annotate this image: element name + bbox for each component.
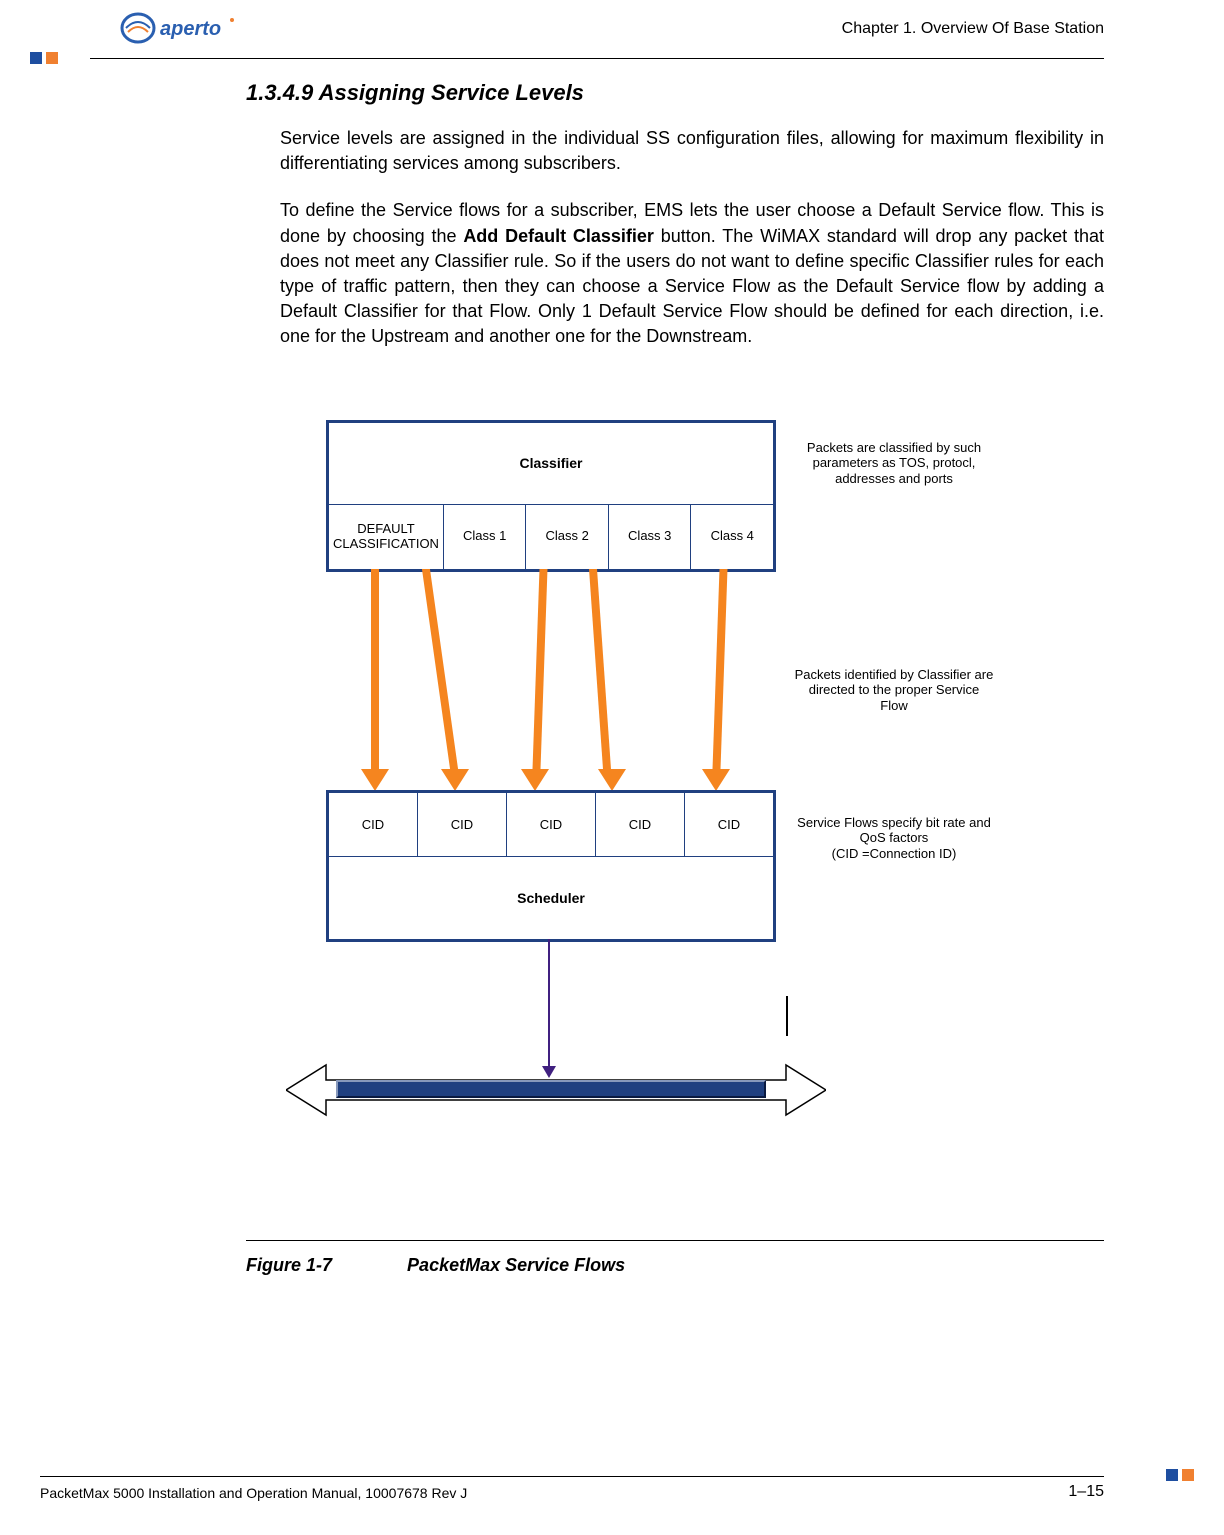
paragraph-1: Service levels are assigned in the indiv…: [280, 126, 1104, 176]
note-cid: Service Flows specify bit rate and QoS f…: [794, 815, 994, 862]
arrow-1-head: [361, 769, 389, 791]
classifier-label: Classifier: [329, 423, 773, 505]
svg-text:aperto: aperto: [160, 18, 221, 40]
content-area: 1.3.4.9 Assigning Service Levels Service…: [246, 80, 1104, 1250]
classifier-cell-3: Class 3: [609, 505, 692, 569]
footer-rule: [40, 1476, 1104, 1477]
decor-squares-right: [1166, 1469, 1194, 1481]
arrow-2-head: [441, 769, 469, 791]
scheduler-label: Scheduler: [329, 857, 773, 939]
marker-line: [786, 996, 788, 1036]
classifier-cell-4: Class 4: [691, 505, 773, 569]
note-flow: Packets identified by Classifier are dir…: [794, 667, 994, 714]
figure-title: PacketMax Service Flows: [407, 1255, 625, 1275]
classifier-box: Classifier DEFAULT CLASSIFICATION Class …: [326, 420, 776, 572]
cid-cell-2: CID: [507, 793, 596, 856]
figure-number: Figure 1-7: [246, 1255, 332, 1275]
down-arrow-line: [548, 939, 550, 1066]
classifier-row: DEFAULT CLASSIFICATION Class 1 Class 2 C…: [329, 505, 773, 569]
arrow-5: [713, 569, 728, 769]
paragraph-2: To define the Service flows for a subscr…: [280, 198, 1104, 349]
arrow-5-head: [702, 769, 730, 791]
figure-divider: [246, 1240, 1104, 1241]
arrow-3: [533, 569, 548, 769]
cid-cell-1: CID: [418, 793, 507, 856]
arrow-4-head: [598, 769, 626, 791]
figure-diagram: Classifier DEFAULT CLASSIFICATION Class …: [246, 420, 1104, 1250]
figure-caption: Figure 1-7 PacketMax Service Flows: [246, 1255, 625, 1276]
decor-squares-left: [30, 52, 58, 64]
section-heading: 1.3.4.9 Assigning Service Levels: [246, 80, 1104, 106]
arrow-2: [422, 569, 458, 769]
bus-bar: [336, 1080, 766, 1098]
arrow-3-head: [521, 769, 549, 791]
footer-page: 1–15: [1068, 1483, 1104, 1501]
page-header: aperto Chapter 1. Overview Of Base Stati…: [0, 0, 1224, 56]
chapter-title: Chapter 1. Overview Of Base Station: [842, 20, 1104, 38]
cid-cell-0: CID: [329, 793, 418, 856]
aperto-logo: aperto: [120, 10, 270, 46]
note-classifier: Packets are classified by such parameter…: [794, 440, 994, 487]
para2-bold: Add Default Classifier: [463, 226, 654, 246]
arrow-4: [589, 569, 611, 769]
cid-row: CID CID CID CID CID: [329, 793, 773, 857]
classifier-cell-2: Class 2: [526, 505, 609, 569]
classifier-cell-default: DEFAULT CLASSIFICATION: [329, 505, 444, 569]
cid-cell-3: CID: [596, 793, 685, 856]
cid-cell-4: CID: [685, 793, 773, 856]
header-rule: [90, 58, 1104, 59]
scheduler-box: CID CID CID CID CID Scheduler: [326, 790, 776, 942]
arrow-1: [371, 569, 379, 769]
classifier-cell-1: Class 1: [444, 505, 527, 569]
footer-left: PacketMax 5000 Installation and Operatio…: [40, 1485, 467, 1501]
